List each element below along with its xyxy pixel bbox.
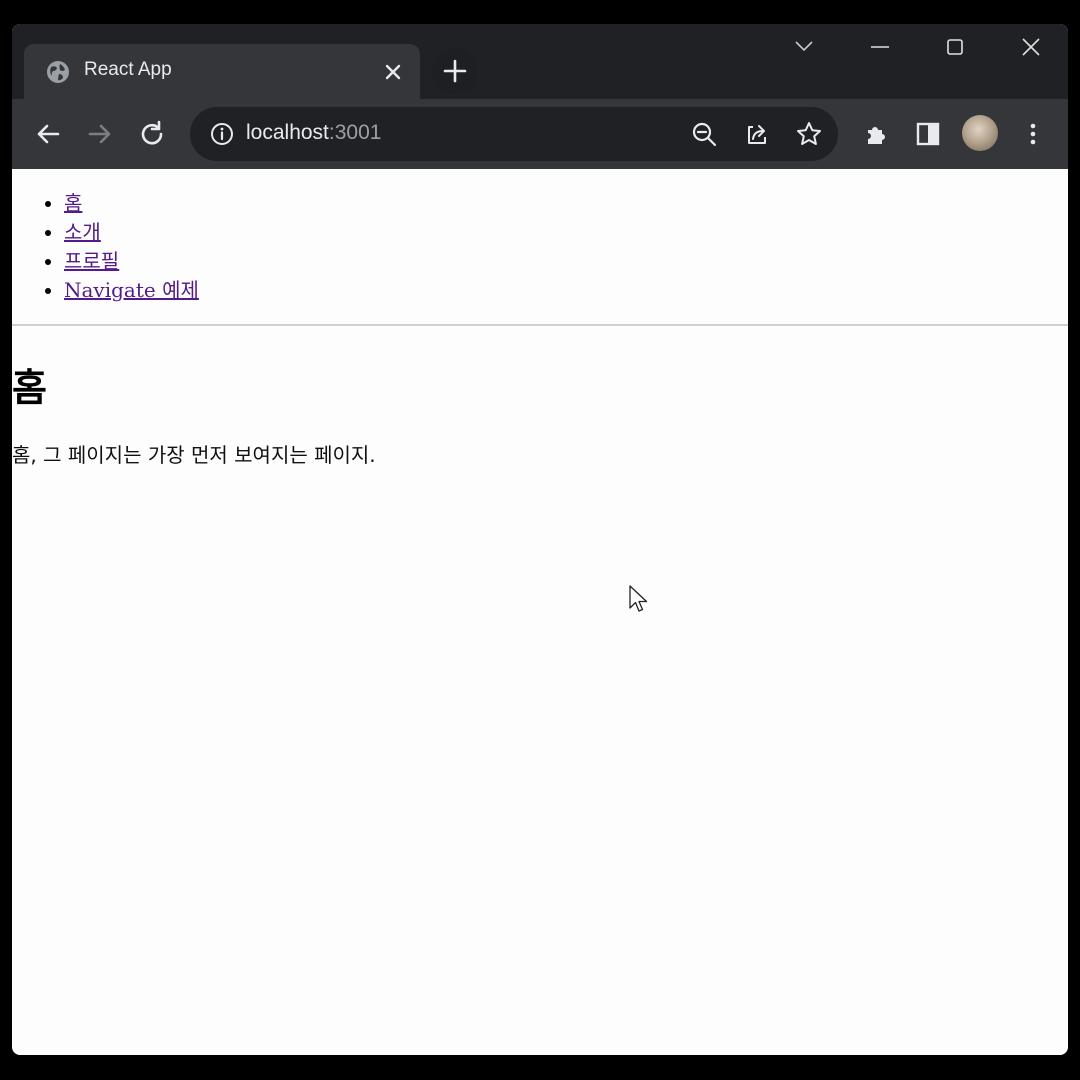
reload-icon[interactable] [136,118,168,150]
info-icon[interactable] [206,118,238,150]
plus-icon [443,59,467,83]
chevron-down-icon[interactable] [784,32,824,62]
page-title: 홈 [12,366,47,410]
mouse-cursor-icon [628,584,652,616]
url-port: :3001 [328,121,382,144]
page-content: 홈 소개 프로필 Navigate 예제 홈 홈, 그 페이지는 가장 먼저 보… [12,169,1068,1055]
tab-title: React App [84,59,172,80]
close-icon[interactable] [1011,32,1051,62]
forward-icon[interactable] [84,118,116,150]
close-icon[interactable] [379,58,407,86]
globe-icon [46,60,70,84]
share-icon[interactable] [741,118,773,150]
url-host: localhost [246,121,329,144]
nav-link-profile[interactable]: 프로필 [64,249,119,273]
url-text: localhost:3001 [246,121,381,145]
nav-item-about: 소개 [64,218,199,247]
page-description: 홈, 그 페이지는 가장 먼저 보여지는 페이지. [12,443,376,467]
zoom-out-icon[interactable] [688,118,720,150]
nav-item-home: 홈 [64,189,199,218]
minimize-icon[interactable] [860,32,900,62]
side-panel-icon[interactable] [912,118,944,150]
browser-window: React App localhost:3001 • 홈 • 소개 • 프로필 … [12,24,1068,1055]
browser-toolbar: localhost:3001 [12,99,1068,169]
star-icon[interactable] [793,118,825,150]
nav-item-profile: 프로필 [64,247,199,276]
menu-icon[interactable] [1017,118,1049,150]
address-bar[interactable]: localhost:3001 [190,107,838,161]
maximize-icon[interactable] [935,32,975,62]
title-bar: React App [12,24,1068,99]
browser-tab[interactable]: React App [24,44,420,99]
back-icon[interactable] [32,118,64,150]
nav-link-navigate-example[interactable]: Navigate 예제 [64,278,199,302]
profile-avatar[interactable] [962,115,998,151]
nav-link-about[interactable]: 소개 [64,220,101,244]
nav-item-navigate-example: Navigate 예제 [64,276,199,305]
nav-list: 홈 소개 프로필 Navigate 예제 [64,189,199,305]
divider [12,324,1068,326]
nav-link-home[interactable]: 홈 [64,191,82,215]
new-tab-button[interactable] [432,48,478,94]
extensions-icon[interactable] [860,118,892,150]
